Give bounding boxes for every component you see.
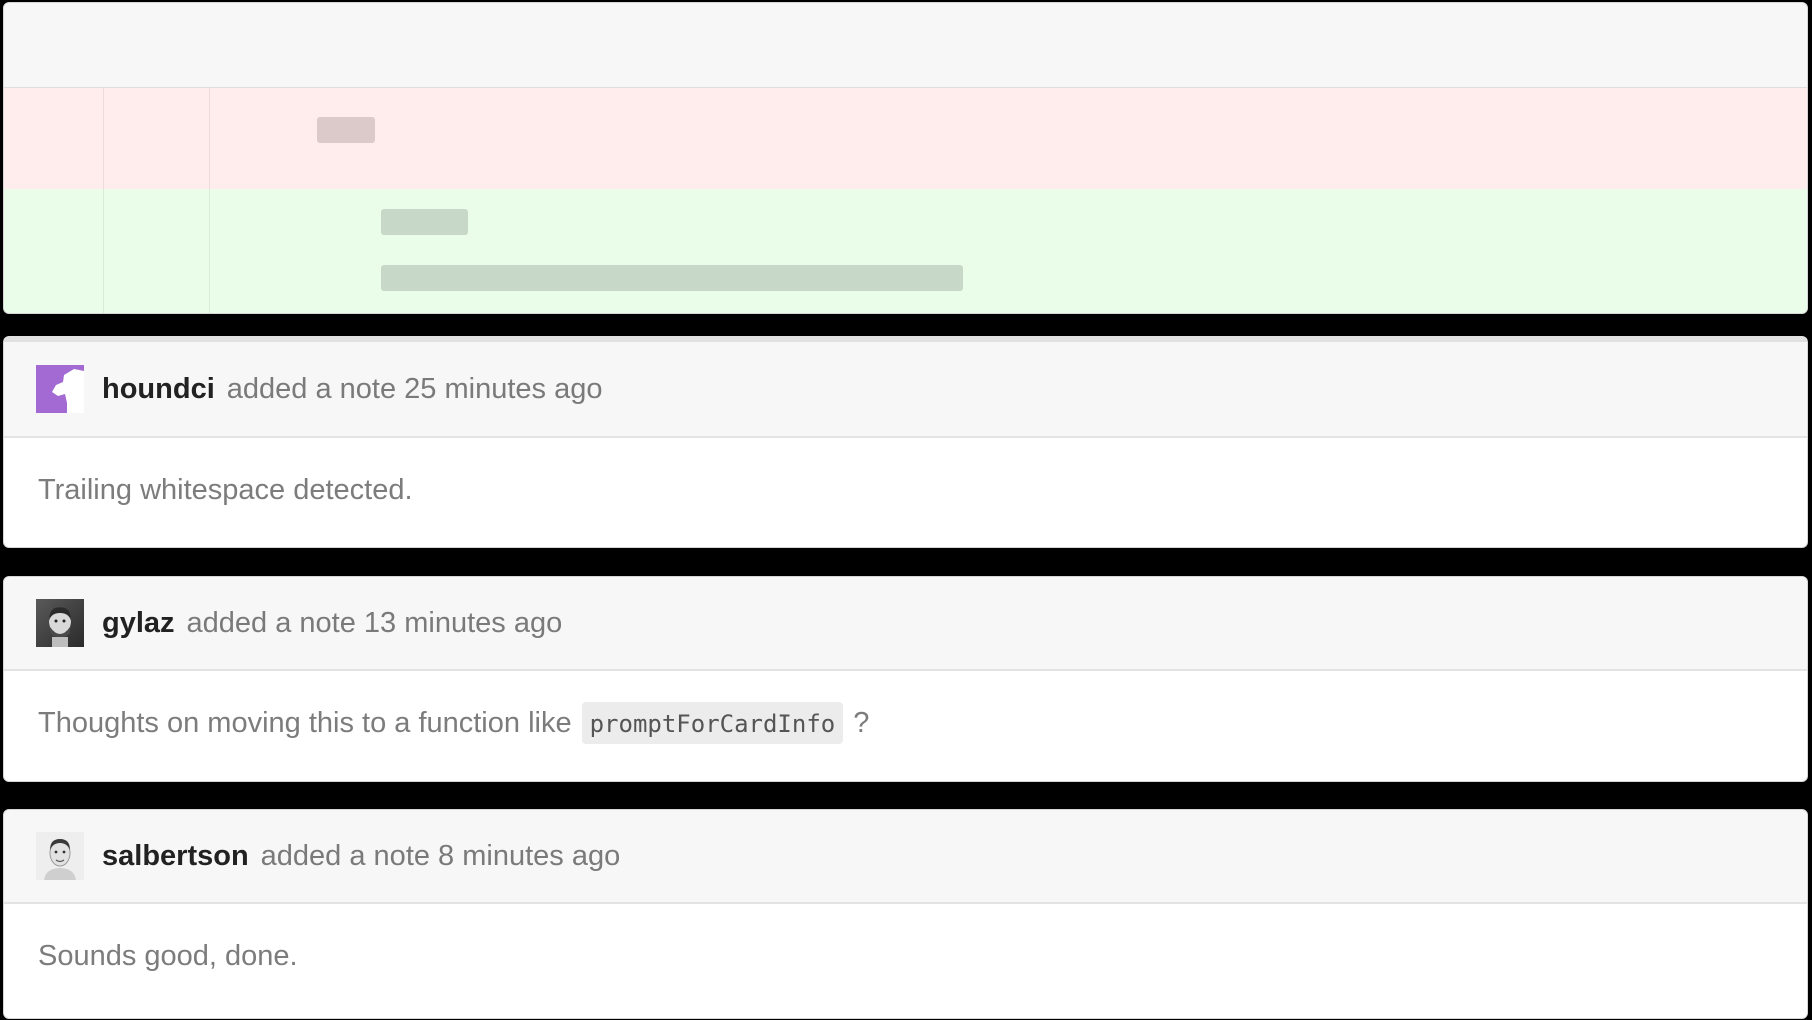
diff-removed-line — [4, 88, 1807, 189]
pull-request-review-view: houndci added a note 25 minutes ago Trai… — [0, 0, 1812, 1020]
comment-card: salbertson added a note 8 minutes ago So… — [3, 809, 1808, 1019]
comment-timestamp[interactable]: added a note 13 minutes ago — [187, 607, 563, 640]
comment-timestamp[interactable]: added a note 25 minutes ago — [227, 373, 603, 406]
comment-header: salbertson added a note 8 minutes ago — [4, 810, 1807, 904]
old-line-number-gutter — [4, 189, 104, 313]
comment-text: Sounds good, done. — [38, 939, 298, 972]
inline-code: promptForCardInfo — [581, 702, 844, 744]
comment-timestamp[interactable]: added a note 8 minutes ago — [261, 840, 621, 873]
salbertson-avatar[interactable] — [36, 832, 84, 880]
redacted-code-placeholder — [381, 209, 468, 235]
comment-card: houndci added a note 25 minutes ago Trai… — [3, 336, 1808, 548]
comment-card: gylaz added a note 13 minutes ago Though… — [3, 576, 1808, 782]
comment-author-link[interactable]: houndci — [102, 373, 215, 406]
comment-text: Thoughts on moving this to a function li… — [38, 706, 572, 739]
redacted-code-placeholder — [317, 117, 375, 143]
diff-added-lines — [4, 189, 1807, 313]
old-line-number-gutter — [4, 88, 104, 189]
comment-header: houndci added a note 25 minutes ago — [4, 342, 1807, 438]
comment-text: ? — [853, 706, 870, 739]
comment-author-link[interactable]: gylaz — [102, 607, 175, 640]
gylaz-avatar[interactable] — [36, 599, 84, 647]
comment-header: gylaz added a note 13 minutes ago — [4, 577, 1807, 671]
new-line-number-gutter — [104, 88, 210, 189]
houndci-avatar-icon[interactable] — [36, 365, 84, 413]
diff-file-header — [4, 3, 1807, 88]
diff-code-cell — [210, 189, 1807, 313]
comment-body: Trailing whitespace detected. — [4, 438, 1807, 542]
diff-panel — [3, 2, 1808, 314]
comment-text: Trailing whitespace detected. — [38, 473, 413, 506]
diff-code-cell — [210, 88, 1807, 189]
new-line-number-gutter — [104, 189, 210, 313]
comment-body: Sounds good, done. — [4, 904, 1807, 1008]
redacted-code-placeholder — [381, 265, 963, 291]
comment-body: Thoughts on moving this to a function li… — [4, 671, 1807, 775]
comment-author-link[interactable]: salbertson — [102, 840, 249, 873]
